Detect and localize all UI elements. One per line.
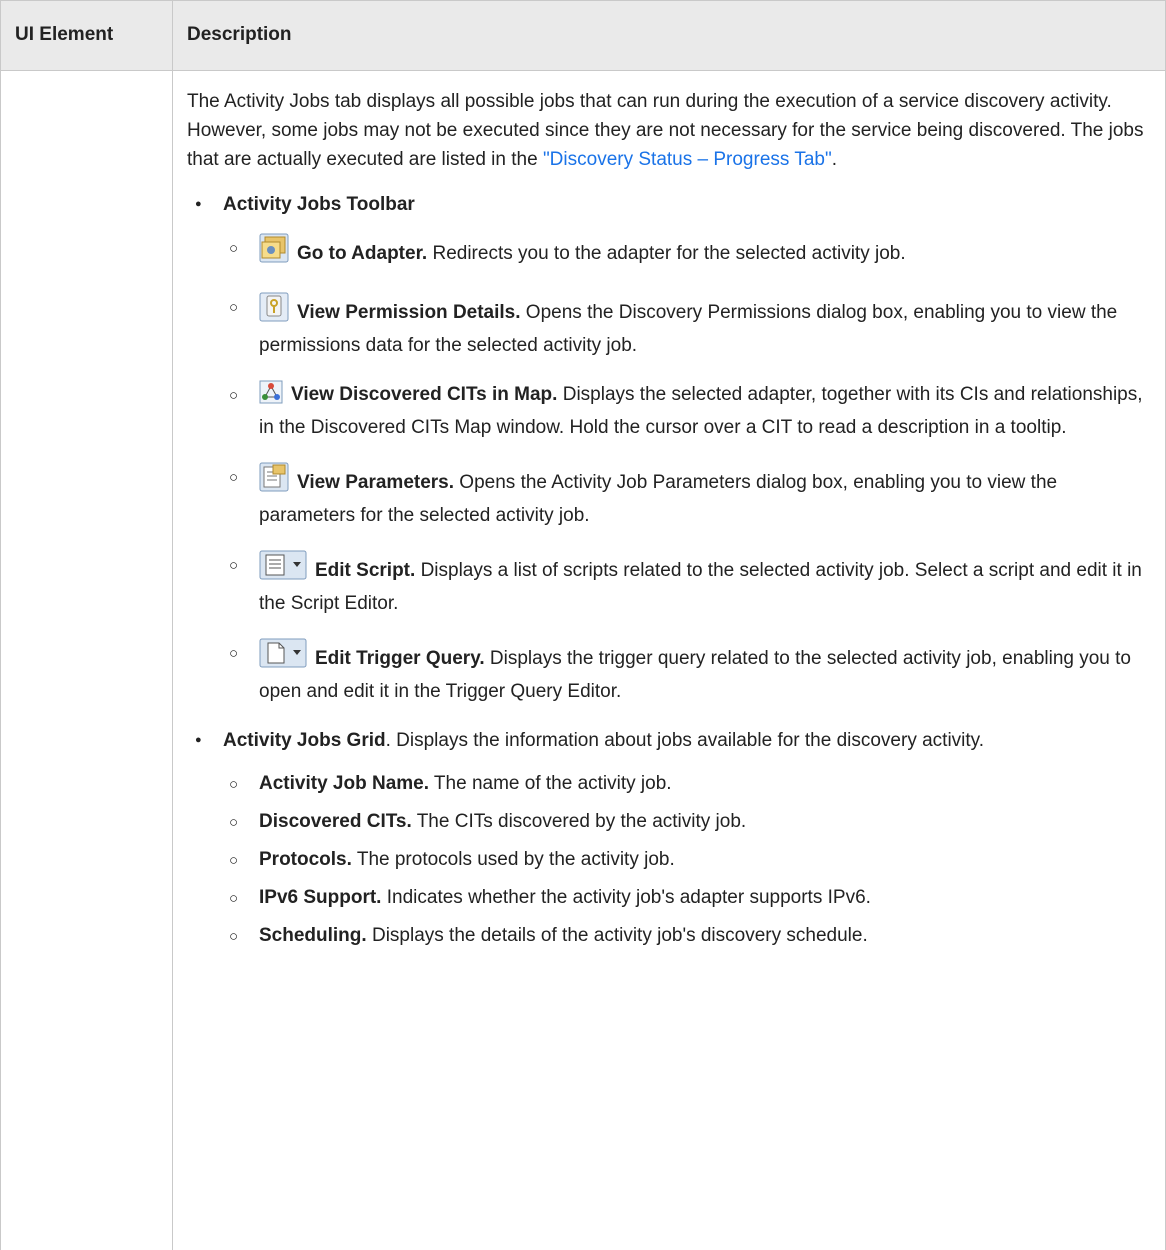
map-icon (259, 380, 283, 413)
column-header-description: Description (187, 24, 292, 45)
toolbar-items: Go to Adapter. Redirects you to the adap… (223, 233, 1153, 706)
list-item: Discovered CITs. The CITs discovered by … (223, 807, 1153, 837)
progress-tab-link[interactable]: "Discovery Status – Progress Tab" (543, 149, 832, 170)
ui-element-table: UI Element Description The Activity Jobs… (0, 0, 1166, 1250)
grid-columns-list: Activity Job Name. The name of the activ… (223, 769, 1153, 951)
list-item: Activity Job Name. The name of the activ… (223, 769, 1153, 799)
list-item: Scheduling. Displays the details of the … (223, 921, 1153, 951)
list-item: Edit Trigger Query. Displays the trigger… (223, 638, 1153, 706)
trigger-query-icon (259, 638, 307, 677)
list-item: IPv6 Support. Indicates whether the acti… (223, 883, 1153, 913)
column-header-ui-element: UI Element (15, 24, 114, 45)
column-divider (172, 0, 173, 1250)
script-icon (259, 550, 307, 589)
adapter-icon (259, 233, 289, 272)
list-item: View Parameters. Opens the Activity Job … (223, 462, 1153, 530)
section-list: Activity Jobs Toolbar Go to Adapter. Red… (187, 190, 1153, 951)
list-item: View Permission Details. Opens the Disco… (223, 292, 1153, 360)
description-cell: The Activity Jobs tab displays all possi… (187, 87, 1153, 968)
list-item: Protocols. The protocols used by the act… (223, 845, 1153, 875)
toolbar-section: Activity Jobs Toolbar Go to Adapter. Red… (187, 190, 1153, 706)
list-item: Go to Adapter. Redirects you to the adap… (223, 233, 1153, 272)
toolbar-section-title: Activity Jobs Toolbar (223, 194, 415, 215)
grid-section-title: Activity Jobs Grid (223, 730, 386, 751)
parameters-icon (259, 462, 289, 501)
list-item: View Discovered CITs in Map. Displays th… (223, 380, 1153, 442)
table-header: UI Element Description (1, 0, 1165, 71)
permission-icon (259, 292, 289, 331)
intro-paragraph: The Activity Jobs tab displays all possi… (187, 91, 1144, 170)
list-item: Edit Script. Displays a list of scripts … (223, 550, 1153, 618)
grid-section: Activity Jobs Grid. Displays the informa… (187, 726, 1153, 951)
